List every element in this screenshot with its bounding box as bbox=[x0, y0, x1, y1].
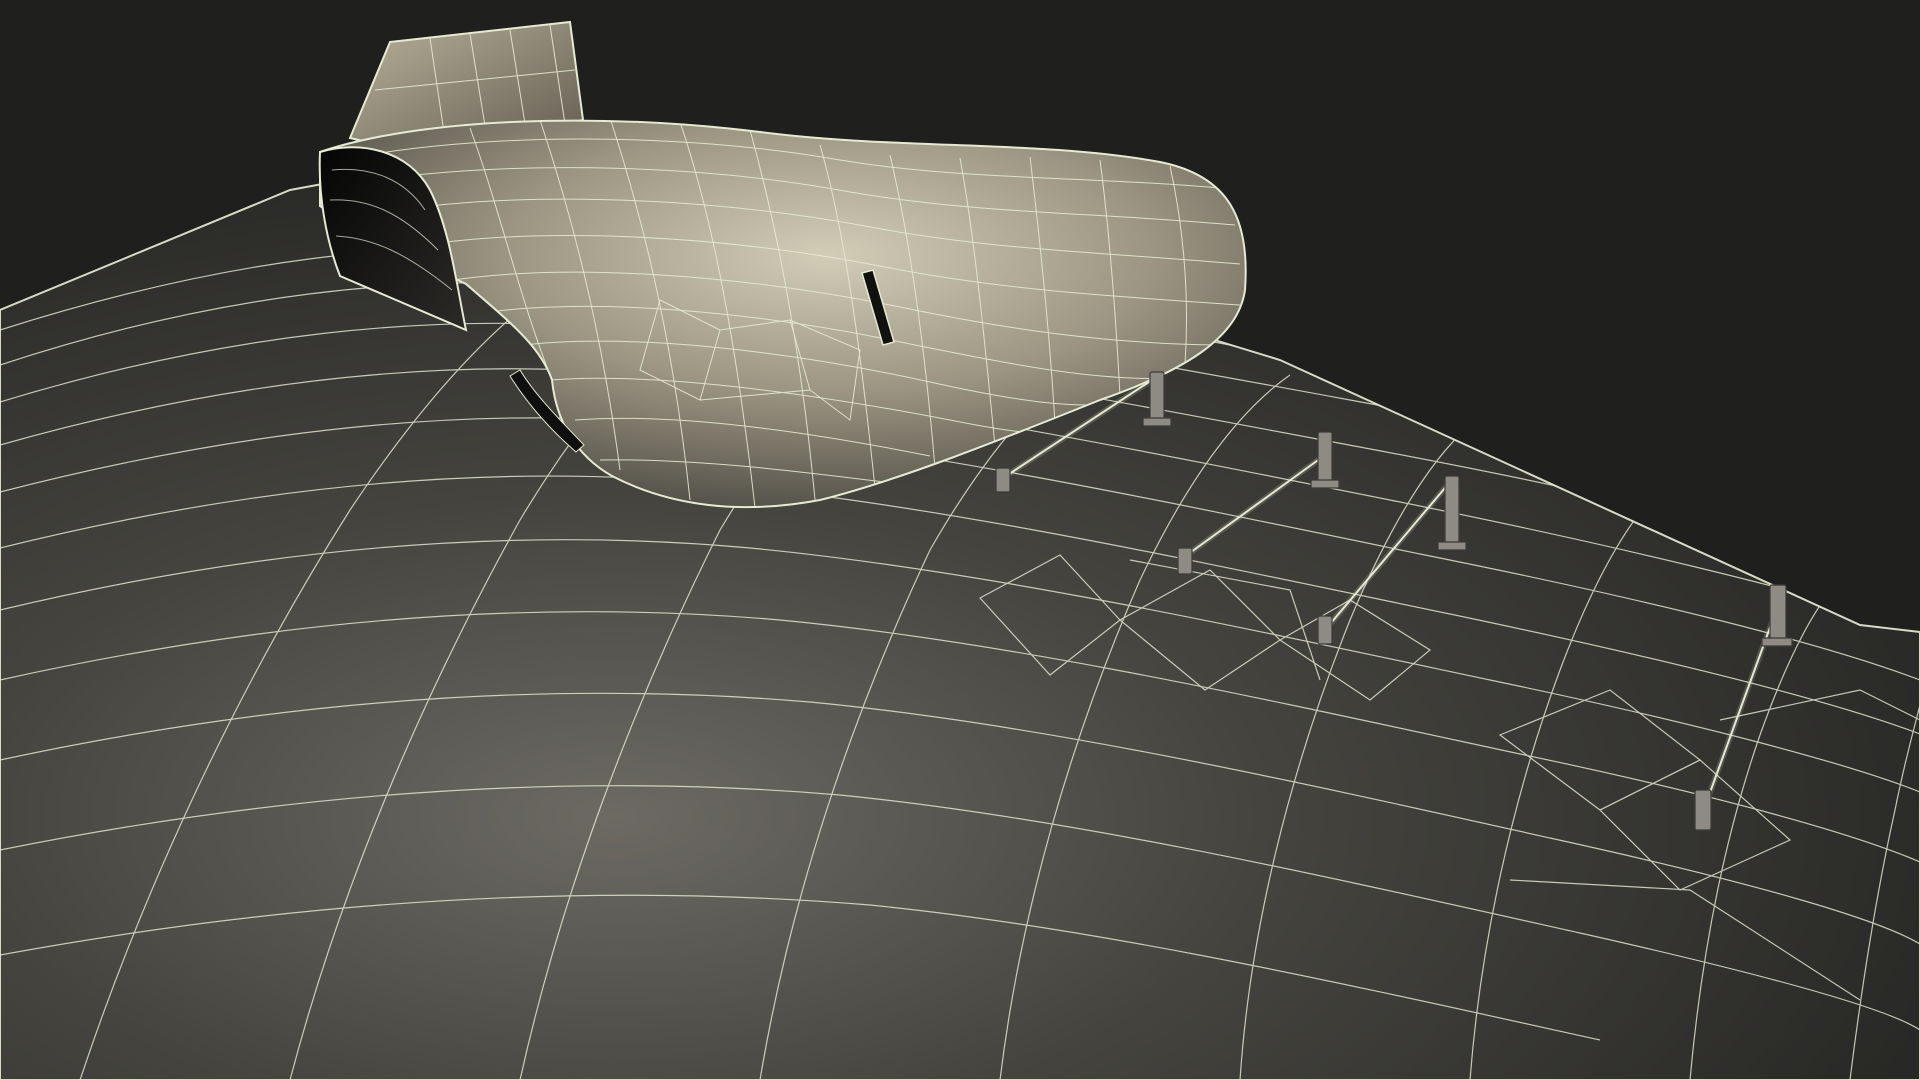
render-viewport bbox=[0, 0, 1920, 1080]
wireframe-scene bbox=[0, 0, 1920, 1080]
